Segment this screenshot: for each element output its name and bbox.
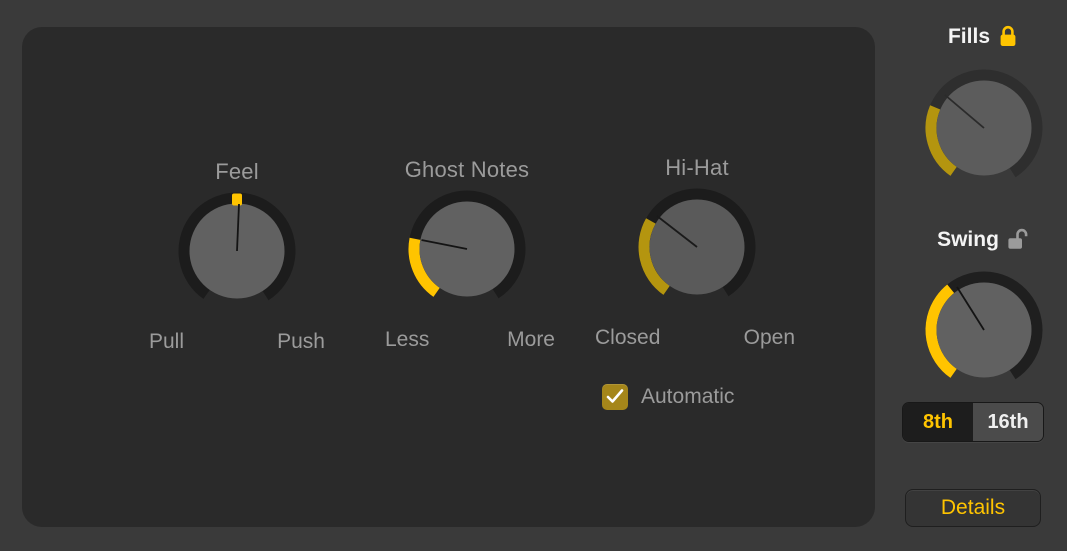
lock-closed-icon[interactable] xyxy=(997,24,1019,50)
automatic-label: Automatic xyxy=(641,385,735,408)
knob-fills[interactable] xyxy=(900,68,1067,188)
knob-feel-min-label: Pull xyxy=(149,330,185,353)
drummer-groove-panel: Feel Pull Push Ghost Notes Less More Hi-… xyxy=(0,0,1067,551)
knob-group-feel: Feel Pull Push xyxy=(137,159,337,356)
segment-8th[interactable]: 8th xyxy=(903,403,973,441)
automatic-checkbox[interactable] xyxy=(602,384,628,410)
knob-ghost-notes-max-label: More xyxy=(507,328,555,351)
knob-hi-hat[interactable] xyxy=(637,187,757,307)
knob-label-feel: Feel xyxy=(215,159,259,184)
knob-fills-dial[interactable] xyxy=(924,68,1044,188)
knob-hi-hat-min-label: Closed xyxy=(595,326,661,349)
segment-16th[interactable]: 16th xyxy=(973,403,1043,441)
knob-group-ghost-notes: Ghost Notes Less More xyxy=(367,157,567,354)
checkmark-icon xyxy=(606,389,624,403)
knob-feel-center-tick xyxy=(232,193,242,206)
knob-hi-hat-range-labels: Closed Open xyxy=(595,326,797,352)
knob-hi-hat-max-label: Open xyxy=(743,326,795,349)
knob-label-ghost-notes: Ghost Notes xyxy=(404,157,530,182)
fills-header: Fills xyxy=(900,24,1067,50)
knob-hi-hat-dial[interactable] xyxy=(637,187,757,307)
right-sidebar: Fills Swing xyxy=(900,0,1067,551)
knob-feel-dial[interactable] xyxy=(177,191,297,311)
knob-swing[interactable] xyxy=(900,270,1067,390)
knob-ghost-notes-range-labels: Less More xyxy=(367,328,567,354)
knob-ghost-notes-min-label: Less xyxy=(385,328,430,351)
knob-group-hi-hat: Hi-Hat Closed Open xyxy=(595,155,797,352)
knob-ghost-notes-dial[interactable] xyxy=(407,189,527,309)
knob-feel-range-labels: Pull Push xyxy=(137,330,337,356)
fills-label: Fills xyxy=(947,25,990,48)
knob-feel[interactable] xyxy=(177,191,297,311)
swing-header: Swing xyxy=(900,227,1067,253)
automatic-checkbox-row[interactable]: Automatic xyxy=(602,384,734,410)
details-button[interactable]: Details xyxy=(905,489,1041,527)
lock-open-icon[interactable] xyxy=(1006,227,1030,253)
knob-ghost-notes[interactable] xyxy=(407,189,527,309)
knob-label-hi-hat: Hi-Hat xyxy=(665,155,729,180)
knob-feel-max-label: Push xyxy=(277,330,325,353)
swing-resolution-segmented-control[interactable]: 8th 16th xyxy=(902,402,1044,442)
knob-swing-dial[interactable] xyxy=(924,270,1044,390)
main-controls-panel: Feel Pull Push Ghost Notes Less More Hi-… xyxy=(22,27,875,527)
swing-label: Swing xyxy=(937,228,999,251)
